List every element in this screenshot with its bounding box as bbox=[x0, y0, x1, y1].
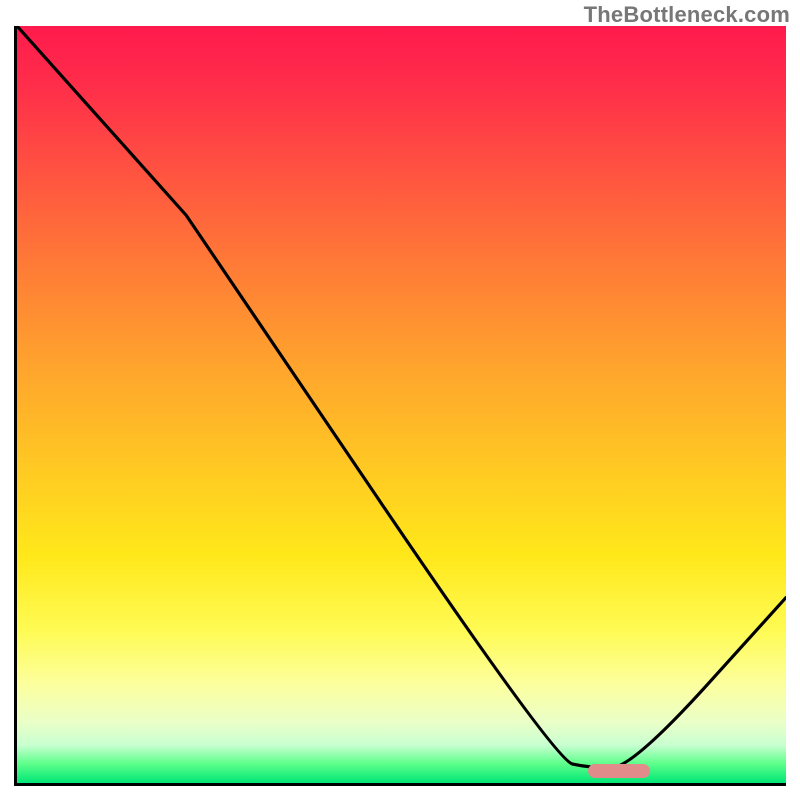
watermark-text: TheBottleneck.com bbox=[584, 2, 790, 28]
plot-area bbox=[14, 26, 786, 786]
curve-path bbox=[17, 26, 786, 768]
bottleneck-curve bbox=[17, 26, 786, 783]
optimal-range-marker bbox=[588, 764, 650, 778]
chart-container: TheBottleneck.com bbox=[0, 0, 800, 800]
